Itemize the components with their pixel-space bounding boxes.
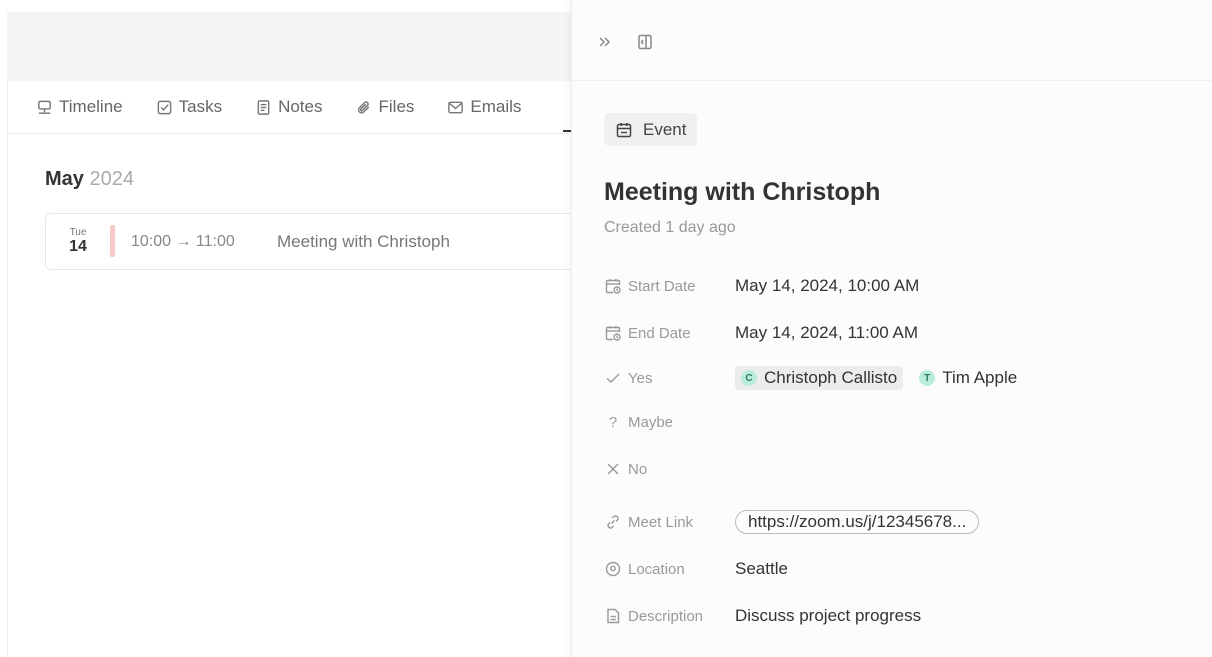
- location-pin-icon: [605, 561, 621, 577]
- sidebar-expand-icon: [638, 34, 652, 50]
- tab-emails[interactable]: Emails: [447, 81, 521, 133]
- tab-tasks[interactable]: Tasks: [156, 81, 222, 133]
- record-page: Timeline Tasks Notes Files Emails May 20…: [7, 12, 585, 657]
- record-type-chip: Event: [604, 113, 698, 146]
- attendee-chip[interactable]: C Christoph Callisto: [735, 366, 904, 390]
- link-icon: [607, 515, 619, 529]
- open-full-page-button[interactable]: [636, 33, 654, 51]
- close-icon: [607, 463, 619, 475]
- field-start-date: Start Date May 14, 2024, 10:00 AM: [604, 274, 1204, 298]
- record-tabs: Timeline Tasks Notes Files Emails: [7, 81, 573, 134]
- field-end-date: End Date May 14, 2024, 11:00 AM: [604, 321, 1204, 345]
- panel-toolbar: [572, 0, 1212, 81]
- field-maybe[interactable]: ? Maybe: [604, 410, 1204, 434]
- field-description: Description Discuss project progress: [604, 604, 1204, 628]
- tab-files[interactable]: Files: [356, 81, 414, 133]
- field-meet-link: Meet Link https://zoom.us/j/12345678...: [604, 510, 1204, 534]
- event-date: Tue 14: [69, 227, 87, 255]
- double-chevron-right-icon: [599, 37, 611, 47]
- top-bar: [7, 12, 573, 81]
- calendar-clock-icon: [605, 279, 621, 294]
- emails-icon: [448, 101, 464, 113]
- timeline-icon: [38, 100, 51, 114]
- check-icon: [606, 373, 620, 383]
- calendar-icon: [616, 122, 632, 137]
- meet-link-value[interactable]: https://zoom.us/j/12345678...: [735, 510, 980, 534]
- avatar: C: [741, 370, 757, 386]
- question-mark-icon: ?: [608, 413, 618, 431]
- field-no[interactable]: No: [604, 457, 1204, 481]
- description-value[interactable]: Discuss project progress: [735, 606, 921, 626]
- timeline-event-row[interactable]: Tue 14 10:00 → 11:00 Meeting with Christ…: [45, 213, 585, 270]
- document-icon: [607, 608, 620, 624]
- record-title[interactable]: Meeting with Christoph: [604, 178, 880, 207]
- end-date-value[interactable]: May 14, 2024, 11:00 AM: [735, 323, 918, 343]
- created-info: Created 1 day ago: [604, 219, 736, 236]
- tab-notes[interactable]: Notes: [255, 81, 323, 133]
- event-name: Meeting with Christoph: [277, 231, 450, 251]
- start-date-value[interactable]: May 14, 2024, 10:00 AM: [735, 276, 919, 296]
- event-time: 10:00 → 11:00: [131, 232, 235, 250]
- event-color-bar: [110, 225, 115, 257]
- collapse-panel-button[interactable]: [596, 33, 614, 51]
- tasks-icon: [157, 100, 171, 114]
- field-location: Location Seattle: [604, 557, 1204, 581]
- avatar: T: [919, 370, 936, 386]
- tab-timeline[interactable]: Timeline: [36, 81, 123, 133]
- yes-attendees[interactable]: C Christoph Callisto T Tim Apple: [735, 366, 1023, 390]
- attendee-chip[interactable]: T Tim Apple: [913, 366, 1023, 390]
- month-heading: May 2024: [45, 168, 134, 190]
- calendar-clock-icon: [605, 326, 621, 341]
- files-icon: [357, 100, 369, 114]
- field-yes: Yes C Christoph Callisto T Tim Apple: [604, 366, 1204, 390]
- location-value[interactable]: Seattle: [735, 559, 788, 579]
- notes-icon: [257, 99, 270, 115]
- event-side-panel: Event Meeting with Christoph Created 1 d…: [571, 0, 1212, 657]
